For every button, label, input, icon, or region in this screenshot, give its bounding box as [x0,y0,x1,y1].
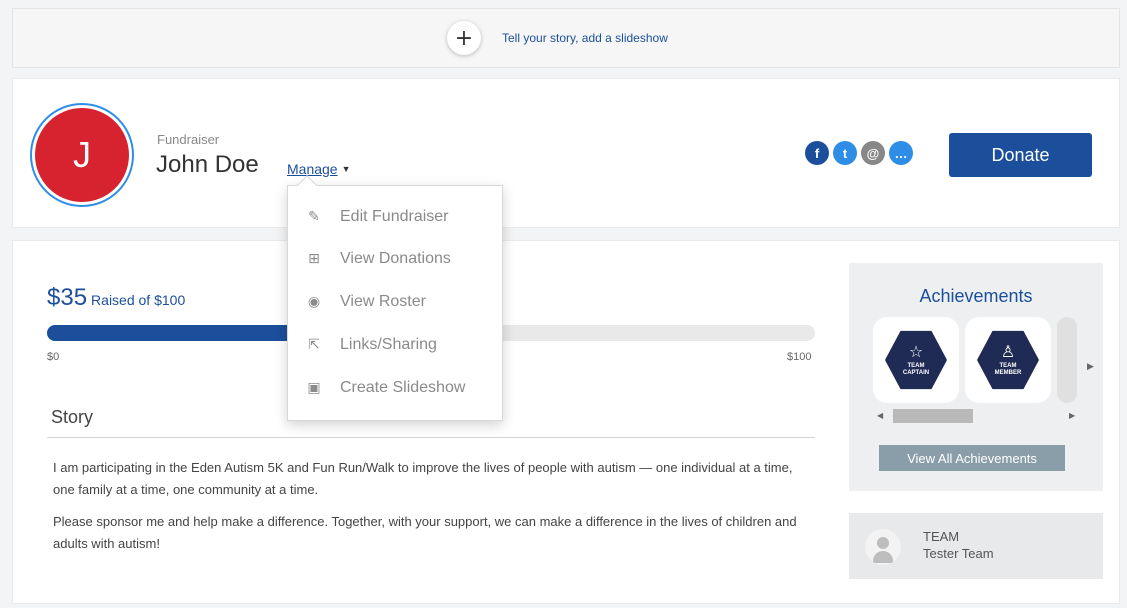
menu-item-label: View Roster [340,293,426,310]
story-heading: Story [51,407,94,427]
team-avatar-icon [865,529,901,565]
progress-min-label: $0 [47,351,60,363]
image-icon: ▣ [307,380,321,396]
menu-item-label: Edit Fundraiser [340,208,449,225]
team-member-badge-icon: ♙ TEAM MEMBER [977,330,1039,390]
gift-icon: ⊞ [308,251,320,267]
progress-bar-fill [47,325,316,341]
badge-label-line1: TEAM [999,363,1017,369]
team-label: TEAM [923,529,960,544]
achievement-team-captain[interactable]: ☆ TEAM CAPTAIN [873,317,959,403]
story-paragraph: Please sponsor me and help make a differ… [53,514,797,551]
menu-item-view-donations[interactable]: ⊞ View Donations [288,239,502,279]
fundraiser-header: J Fundraiser John Doe Manage ▼ f t @ … Do… [12,78,1120,228]
fundraiser-role: Fundraiser [157,132,220,147]
menu-item-view-roster[interactable]: ◉ View Roster [288,282,502,322]
achievements-panel: Achievements ☆ TEAM CAPTAIN ♙ TEAM MEMBE… [849,263,1103,491]
star-icon: ☆ [908,342,924,361]
scroll-left-icon[interactable]: ◀ [877,411,883,420]
fundraiser-body: $35 Raised of $100 $0 $100 Story I am par… [12,240,1120,604]
view-all-achievements-button[interactable]: View All Achievements [879,445,1065,471]
edit-icon: ✎ [308,209,320,225]
menu-item-label: View Donations [340,250,451,267]
team-card[interactable]: TEAM Tester Team [849,513,1103,579]
progress-max-label: $100 [787,351,812,363]
achievement-partial [1057,317,1077,403]
facebook-icon[interactable]: f [805,141,829,165]
share-icon: ⇱ [308,337,320,353]
add-story-link[interactable]: Tell your story, add a slideshow [502,31,668,45]
eye-icon: ◉ [307,294,321,310]
team-name[interactable]: Tester Team [923,546,994,561]
scrollbar-thumb[interactable] [893,409,973,423]
chat-icon[interactable]: … [889,141,913,165]
raised-amount: $35 [47,284,88,311]
story-divider [47,437,815,438]
avatar: J [30,103,134,207]
next-arrow-icon[interactable]: ▶ [1087,361,1094,372]
people-icon: ♙ [1000,342,1016,361]
menu-item-label: Links/Sharing [340,336,437,353]
raised-summary: $35 Raised of $100 [47,284,185,312]
donate-button[interactable]: Donate [949,133,1092,177]
email-icon[interactable]: @ [861,141,885,165]
badge-label-line2: MEMBER [994,370,1022,376]
badge-label-line2: CAPTAIN [902,370,930,376]
menu-item-create-slideshow[interactable]: ▣ Create Slideshow [288,368,502,408]
chevron-down-icon: ▼ [341,164,351,174]
raised-goal-label: Raised of $100 [91,292,186,308]
manage-menu: ✎ Edit Fundraiser ⊞ View Donations ◉ Vie… [287,175,503,421]
avatar-initial: J [35,108,129,202]
story-paragraph: I am participating in the Eden Autism 5K… [53,460,793,497]
manage-label[interactable]: Manage [287,161,338,177]
add-story-bar[interactable]: + Tell your story, add a slideshow [12,8,1120,68]
achievement-team-member[interactable]: ♙ TEAM MEMBER [965,317,1051,403]
fundraiser-name: John Doe [156,151,259,178]
scroll-right-icon[interactable]: ▶ [1069,411,1075,420]
menu-item-label: Create Slideshow [340,379,466,396]
achievements-scrollbar[interactable]: ◀ ▶ [877,409,1077,423]
menu-item-edit-fundraiser[interactable]: ✎ Edit Fundraiser [288,197,502,237]
manage-dropdown[interactable]: Manage ▼ [287,161,351,177]
team-captain-badge-icon: ☆ TEAM CAPTAIN [885,330,947,390]
add-icon[interactable]: + [447,21,481,55]
menu-item-links-sharing[interactable]: ⇱ Links/Sharing [288,325,502,365]
achievements-title: Achievements [919,286,1033,306]
badge-label-line1: TEAM [907,363,925,369]
twitter-icon[interactable]: t [833,141,857,165]
